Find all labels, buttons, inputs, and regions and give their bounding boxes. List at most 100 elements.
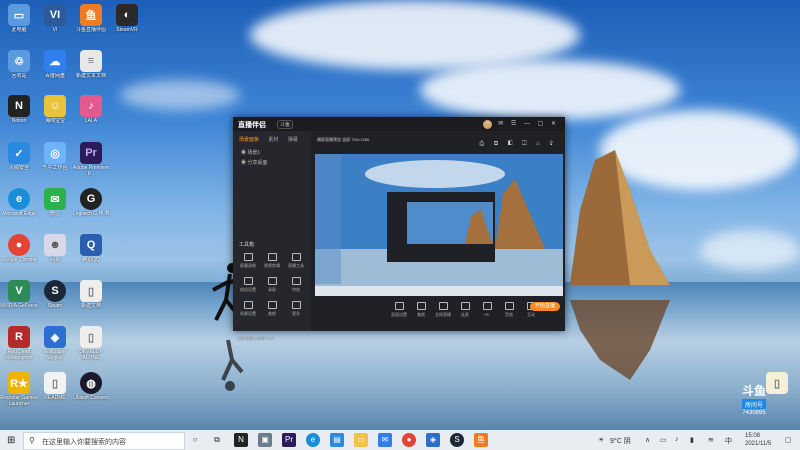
taskbar: ⊞ ⚲ 在这里输入你要搜索的内容 ○ ⧉ N ▣ Pr e ▤ ▭ ✉ ● ◈ … xyxy=(0,430,800,450)
taskbar-mail-icon[interactable]: ✉ xyxy=(378,433,392,447)
desktop-icon-steamvr[interactable]: ◐ SteamVR xyxy=(108,2,146,33)
tool-effects[interactable]: 特效 xyxy=(285,277,307,293)
notion-icon: N xyxy=(8,95,30,117)
taskbar-explorer-icon[interactable]: ▭ xyxy=(354,433,368,447)
scene-item[interactable]: ◉ 分享桌面 xyxy=(241,159,267,166)
tray-sun-icon[interactable]: ☀ xyxy=(598,436,604,444)
tab-danmaku[interactable]: 弹幕 xyxy=(288,137,298,143)
desktop-icon-file[interactable]: ▯ DEVELOP ALONE xyxy=(72,324,110,361)
desktop-icon-baidu[interactable]: ☁ 百度网盘 xyxy=(36,48,74,79)
desktop-icon-logitech[interactable]: G Logitech G HUB xyxy=(72,186,110,217)
desktop-icon-document[interactable]: ▯ 新建文档 xyxy=(72,278,110,309)
taskbar-douyu-icon[interactable]: 鱼 xyxy=(474,433,488,447)
input-language[interactable]: 中 xyxy=(725,436,732,446)
tool-beauty[interactable]: 美颜 xyxy=(261,301,283,317)
platform-badge[interactable]: 斗鱼 xyxy=(277,120,294,129)
toolbox-title: 工具箱 xyxy=(239,242,255,248)
tray-wifi-icon[interactable]: ≋ xyxy=(708,436,714,444)
desktop-icon-chrome[interactable]: ● Google Chrome xyxy=(0,232,38,263)
douyu-icon: 鱼 xyxy=(80,4,102,26)
desktop-icon-readme[interactable]: ▯ README xyxy=(36,370,74,401)
desktop-icon-ubisoft[interactable]: ◍ Ubisoft Connect xyxy=(72,370,110,401)
anime-icon: ☻ xyxy=(44,234,66,256)
tray-chevron-up-icon[interactable]: ∧ xyxy=(645,436,650,444)
desktop-icon-premiere[interactable]: Pr Adobe Premiere P... xyxy=(72,140,110,177)
pk-icon xyxy=(482,302,492,310)
taskbar-premiere-icon[interactable]: Pr xyxy=(282,433,296,447)
btn-multi-live[interactable]: 全网直播 xyxy=(433,302,453,318)
task-view-icon[interactable]: ⧉ xyxy=(210,433,224,447)
weather-text[interactable]: 9°C 阴 xyxy=(610,436,631,446)
desktop-icon-text-file[interactable]: ≡ 新建文本文档 xyxy=(72,48,110,79)
btn-pk[interactable]: PK xyxy=(477,302,497,317)
desktop-icon-rdr[interactable]: R Red Dead Redemption xyxy=(0,324,38,361)
tray-battery-icon[interactable]: ▮ xyxy=(690,436,694,444)
mic-icon xyxy=(460,302,470,310)
live-preview[interactable] xyxy=(315,154,563,296)
tray-volume-icon[interactable]: ♪ xyxy=(675,436,679,443)
btn-co-host[interactable]: 连麦 xyxy=(455,302,475,318)
scene-item[interactable]: ◉ 场景1 xyxy=(241,149,260,156)
start-live-button[interactable]: 开始直播 xyxy=(530,302,560,311)
camera-icon xyxy=(243,277,253,285)
tool-live[interactable]: 直播工具 xyxy=(285,253,307,269)
taskbar-app-icon[interactable]: ◈ xyxy=(426,433,440,447)
tool-video-edit[interactable]: 视频剪辑 xyxy=(261,253,283,269)
btn-sound[interactable]: 音效 xyxy=(499,302,519,318)
computer-icon: ▭ xyxy=(8,4,30,26)
desktop-icon-vi[interactable]: VI VI xyxy=(36,2,74,33)
notification-icon[interactable]: ▢ xyxy=(785,436,792,444)
taskbar-app-icon[interactable]: ▣ xyxy=(258,433,272,447)
start-button[interactable]: ⊞ xyxy=(7,435,15,446)
preview-toolbar-icons[interactable]: ⎙ ⧉ ◧ ◫ ⌂ ⇪ xyxy=(479,141,557,148)
desktop-icon-rockstar[interactable]: R★ Rockstar Games Launcher xyxy=(0,370,38,407)
cloud xyxy=(700,230,800,270)
left-tabs: 场景面板 素材 弹幕 xyxy=(239,136,306,143)
search-icon: ⚲ xyxy=(29,436,35,445)
desktop-icon-game[interactable]: ☺ 海绵宝宝 xyxy=(36,93,74,124)
window-controls[interactable]: ⚙ ✉ ☰ — ▢ ✕ xyxy=(485,120,559,127)
desktop-icon-computer[interactable]: ▭ 此电脑 xyxy=(0,2,38,33)
tab-scenes[interactable]: 场景面板 xyxy=(239,137,259,143)
desktop-icon-qianniu[interactable]: ◎ 千牛工作台 xyxy=(36,140,74,171)
desktop-icon-recycle-bin[interactable]: ♲ 回收站 xyxy=(0,48,38,79)
taskbar-app-icon[interactable]: ▤ xyxy=(330,433,344,447)
taskbar-clock[interactable]: 15:08 2021/11/5 xyxy=(745,432,771,448)
desktop-icon-wechat[interactable]: ✉ 微信 xyxy=(36,186,74,217)
desktop-icon-anime[interactable]: ☻ 网易 xyxy=(36,232,74,263)
taskbar-steam-icon[interactable]: S xyxy=(450,433,464,447)
stream-companion-window[interactable]: 直播伴侣 斗鱼 ⚙ ✉ ☰ — ▢ ✕ 场景面板 素材 弹幕 ◉ 场景1 ◉ 分… xyxy=(233,117,565,341)
cortana-icon[interactable]: ○ xyxy=(188,433,202,447)
desktop-icon-douyu[interactable]: 鱼斗鱼直播伴侣 xyxy=(72,2,110,33)
tool-camera[interactable]: 相机设置 xyxy=(237,277,259,293)
btn-picture-settings[interactable]: 画面设置 xyxy=(389,302,409,318)
btn-beauty[interactable]: 美颜 xyxy=(411,302,431,318)
premiere-icon: Pr xyxy=(80,142,102,164)
more-icon xyxy=(291,301,301,309)
rdr-icon: R xyxy=(8,326,30,348)
desktop-icon-lala[interactable]: ♪ LALA xyxy=(72,93,110,124)
desktop-icon-qq[interactable]: Q 腾讯QQ xyxy=(72,232,110,263)
shield-icon: ✓ xyxy=(8,142,30,164)
tool-scene-settings[interactable]: 场景设置 xyxy=(237,301,259,317)
tray-network-icon[interactable]: ▭ xyxy=(660,436,667,444)
picture-icon xyxy=(394,302,404,310)
tab-assets[interactable]: 素材 xyxy=(268,137,278,143)
steam-icon: S xyxy=(44,280,66,302)
taskbar-notion-icon[interactable]: N xyxy=(234,433,248,447)
desktop-icon-edge[interactable]: e Microsoft Edge xyxy=(0,186,38,217)
taskbar-edge-icon[interactable]: e xyxy=(306,433,320,447)
lala-icon: ♪ xyxy=(80,95,102,117)
taskbar-search[interactable]: ⚲ 在这里输入你要搜索的内容 xyxy=(23,432,185,450)
desktop-icon-nvidia[interactable]: V NVIDIA GeForce xyxy=(0,278,38,309)
tool-screen-record[interactable]: 屏幕录制 xyxy=(237,253,259,269)
desktop-icon-notion[interactable]: N Notion xyxy=(0,93,38,124)
tool-more[interactable]: 更多 xyxy=(285,301,307,317)
taskbar-chrome-icon[interactable]: ● xyxy=(402,433,416,447)
desktop-icon-wallpaper-engine[interactable]: ◈ Wallpaper Engine xyxy=(36,324,74,361)
search-placeholder: 在这里输入你要搜索的内容 xyxy=(42,439,126,446)
window-titlebar[interactable]: 直播伴侣 斗鱼 ⚙ ✉ ☰ — ▢ ✕ xyxy=(233,117,565,131)
tool-record[interactable]: 录屏 xyxy=(261,277,283,293)
desktop-icon-steam[interactable]: S Steam xyxy=(36,278,74,309)
desktop-icon-huorong[interactable]: ✓ 火绒安全 xyxy=(0,140,38,171)
